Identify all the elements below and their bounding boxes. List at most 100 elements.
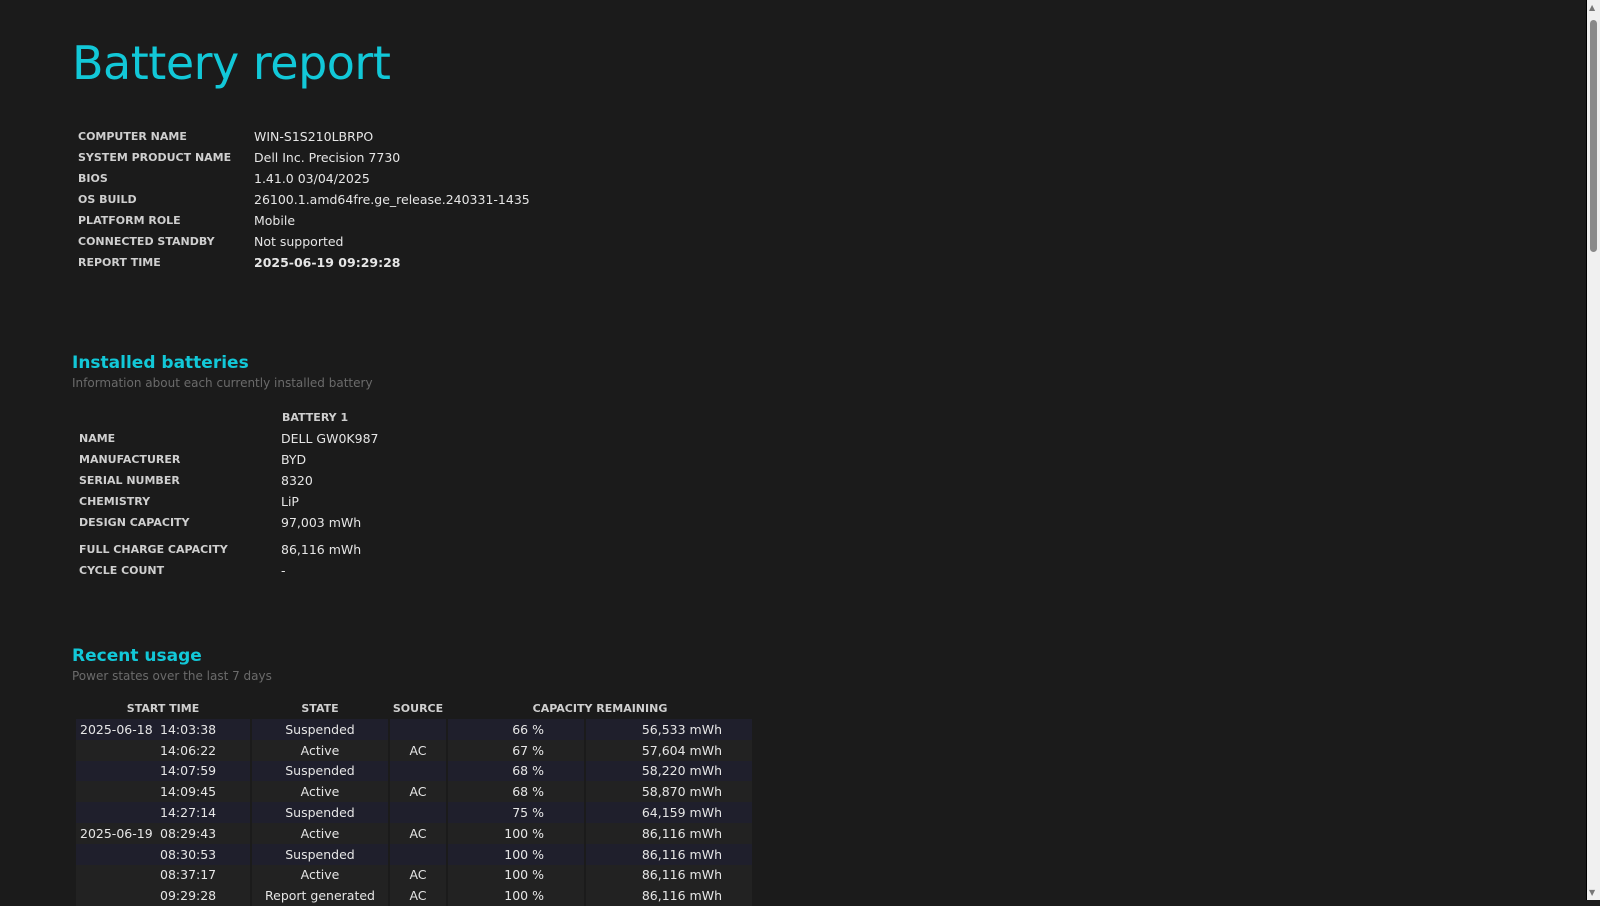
start-time-cell: 14:09:45 [76, 781, 250, 803]
date: 2025-06-18 [80, 721, 153, 737]
capacity-mwh-cell: 86,116 mWh [586, 822, 752, 844]
state-cell: Report generated [252, 885, 388, 906]
capacity-percent-cell: 100 % [448, 885, 584, 906]
info-value: LiP [281, 494, 299, 509]
date: 2025-06-19 [80, 825, 153, 841]
source-cell [390, 802, 446, 823]
info-value: BYD [281, 452, 307, 467]
system-info-table: COMPUTER NAME WIN-S1S210LBRPO SYSTEM PRODU… [78, 126, 530, 273]
source-cell: AC [390, 864, 446, 886]
capacity-mwh-cell: 58,870 mWh [586, 781, 752, 803]
recent-usage-table: START TIME STATE SOURCE CAPACITY REMAINI… [74, 698, 754, 906]
info-value: 2025-06-19 09:29:28 [254, 255, 401, 270]
info-value: - [281, 563, 286, 578]
source-cell: AC [390, 885, 446, 906]
info-label: CONNECTED STANDBY [78, 235, 215, 248]
recent-usage-heading: Recent usage [72, 646, 202, 666]
installed-batteries-heading: Installed batteries [72, 353, 249, 373]
col-source: SOURCE [392, 702, 444, 715]
info-value: Not supported [254, 234, 344, 249]
source-cell: AC [390, 822, 446, 844]
state-cell: Suspended [252, 760, 388, 782]
info-value: Mobile [254, 213, 296, 228]
capacity-mwh-cell: 86,116 mWh [586, 843, 752, 865]
info-label: SYSTEM PRODUCT NAME [78, 151, 232, 164]
usage-row: 08:37:17 Active AC 100 % 86,116 mWh [76, 864, 752, 886]
info-row: OS BUILD 26100.1.amd64fre.ge_release.2403… [78, 189, 530, 210]
info-label: OS BUILD [78, 193, 137, 206]
start-time-cell: 14:07:59 [76, 760, 250, 782]
usage-row: 2025-06-19 08:29:43 Active AC 100 % 86,11… [76, 822, 752, 844]
capacity-mwh-cell: 86,116 mWh [586, 885, 752, 906]
info-row: SERIAL NUMBER 8320 [79, 470, 378, 491]
col-capacity-remaining: CAPACITY REMAINING [532, 702, 668, 715]
usage-row: 08:30:53 Suspended 100 % 86,116 mWh [76, 843, 752, 865]
capacity-mwh-cell: 58,220 mWh [586, 760, 752, 782]
info-row: CHEMISTRY LiP [79, 491, 378, 512]
info-row: PLATFORM ROLE Mobile [78, 210, 530, 231]
time: 08:37:17 [160, 867, 217, 883]
scroll-up-arrow-icon[interactable]: ▲ [1589, 4, 1595, 12]
info-value: 97,003 mWh [281, 515, 362, 530]
time: 14:09:45 [160, 784, 217, 800]
capacity-percent-cell: 100 % [448, 822, 584, 844]
info-value: Dell Inc. Precision 7730 [254, 150, 401, 165]
start-time-cell: 2025-06-18 14:03:38 [76, 719, 250, 740]
time: 14:06:22 [160, 742, 217, 758]
vertical-scrollbar[interactable]: ▲ ▼ [1586, 0, 1600, 900]
capacity-mwh-cell: 56,533 mWh [586, 719, 752, 740]
info-row: CYCLE COUNT - [79, 560, 378, 581]
info-row: REPORT TIME 2025-06-19 09:29:28 [78, 252, 530, 273]
state-cell: Active [252, 781, 388, 803]
state-cell: Suspended [252, 843, 388, 865]
source-cell [390, 843, 446, 865]
time: 09:29:28 [160, 888, 217, 904]
capacity-percent-cell: 68 % [448, 781, 584, 803]
usage-row: 14:09:45 Active AC 68 % 58,870 mWh [76, 781, 752, 803]
usage-row: 14:27:14 Suspended 75 % 64,159 mWh [76, 802, 752, 823]
start-time-cell: 14:06:22 [76, 739, 250, 761]
capacity-percent-cell: 75 % [448, 802, 584, 823]
capacity-percent-cell: 67 % [448, 739, 584, 761]
info-label: CYCLE COUNT [79, 564, 165, 577]
info-value: 26100.1.amd64fre.ge_release.240331-1435 [254, 192, 530, 207]
info-label: SERIAL NUMBER [79, 474, 180, 487]
info-row: COMPUTER NAME WIN-S1S210LBRPO [78, 126, 530, 147]
recent-usage-subtitle: Power states over the last 7 days [72, 669, 272, 683]
info-value: WIN-S1S210LBRPO [254, 129, 374, 144]
time: 14:03:38 [160, 721, 217, 737]
scroll-down-arrow-icon[interactable]: ▼ [1589, 889, 1595, 897]
start-time-cell: 2025-06-19 08:29:43 [76, 822, 250, 844]
state-cell: Active [252, 822, 388, 844]
info-row: MANUFACTURER BYD [79, 449, 378, 470]
battery-column-header: BATTERY 1 [282, 410, 349, 424]
start-time-cell: 08:30:53 [76, 843, 250, 865]
state-cell: Active [252, 864, 388, 886]
info-value: 1.41.0 03/04/2025 [254, 171, 370, 186]
info-row: DESIGN CAPACITY 97,003 mWh [79, 512, 378, 533]
source-cell: AC [390, 739, 446, 761]
info-value: DELL GW0K987 [281, 431, 379, 446]
info-row: SYSTEM PRODUCT NAME Dell Inc. Precision 7… [78, 147, 530, 168]
battery-table: BATTERY 1 NAME DELL GW0K987 MANUFACTURER BY… [79, 406, 378, 581]
info-label: MANUFACTURER [79, 453, 181, 466]
start-time-cell: 09:29:28 [76, 885, 250, 906]
time: 08:30:53 [160, 846, 217, 862]
source-cell: AC [390, 781, 446, 803]
info-label: PLATFORM ROLE [78, 214, 181, 227]
battery-report-page: Battery report COMPUTER NAME WIN-S1S210LB… [0, 0, 1587, 906]
capacity-mwh-cell: 57,604 mWh [586, 739, 752, 761]
info-value: 8320 [281, 473, 313, 488]
scrollbar-thumb[interactable] [1590, 20, 1597, 252]
start-time-cell: 08:37:17 [76, 864, 250, 886]
info-label: NAME [79, 432, 116, 445]
info-row: BIOS 1.41.0 03/04/2025 [78, 168, 530, 189]
page-title: Battery report [72, 36, 391, 90]
source-cell [390, 760, 446, 782]
info-label: COMPUTER NAME [78, 130, 187, 143]
info-label: FULL CHARGE CAPACITY [79, 543, 228, 556]
capacity-percent-cell: 66 % [448, 719, 584, 740]
info-label: CHEMISTRY [79, 495, 151, 508]
info-value: 86,116 mWh [281, 542, 362, 557]
state-cell: Suspended [252, 802, 388, 823]
